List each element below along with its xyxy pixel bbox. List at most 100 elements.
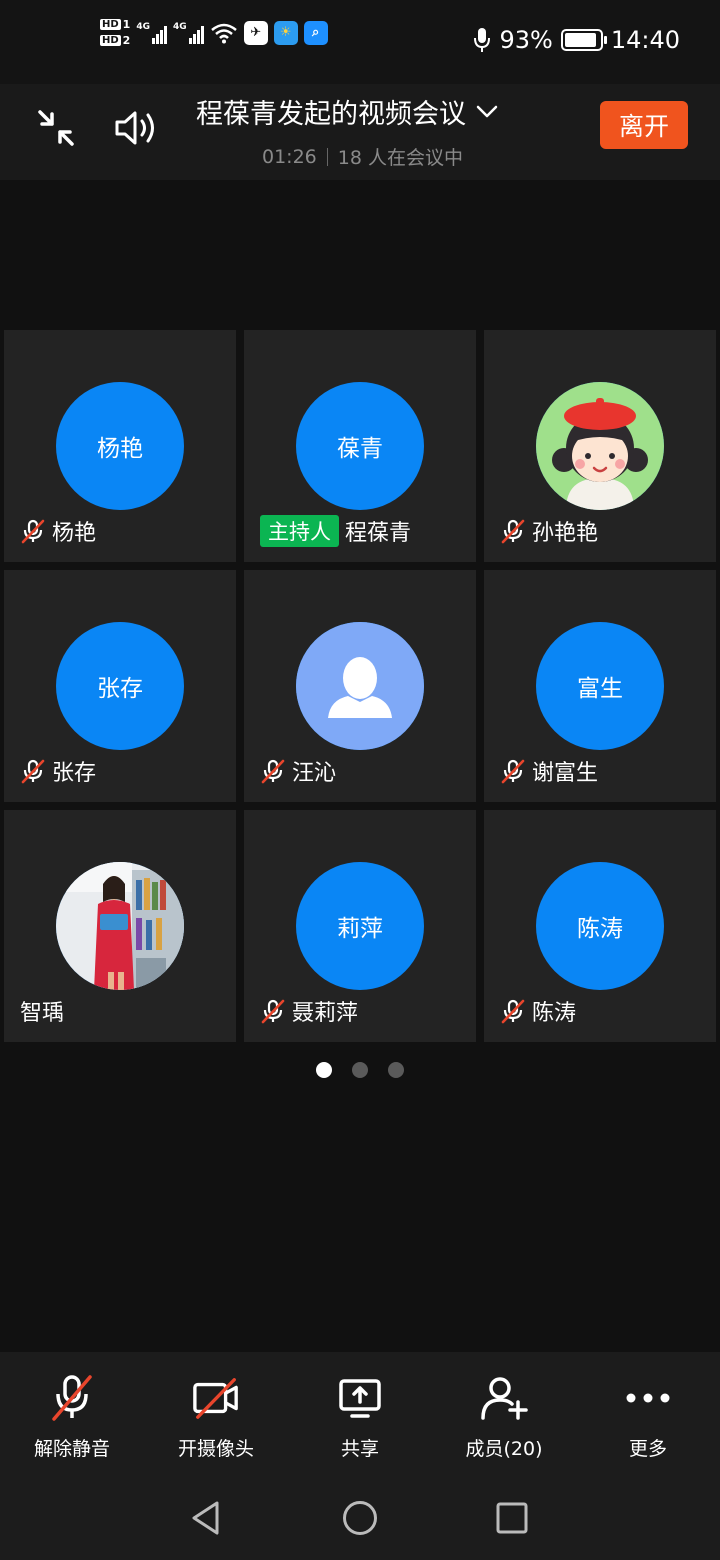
meeting-header: 程葆青发起的视频会议 01:26 18 人在会议中 离开 [0, 84, 720, 180]
participant-name: 谢富生 [532, 761, 599, 786]
participant-tile[interactable]: 张存 张存 [4, 570, 236, 802]
wifi-icon [210, 23, 237, 43]
leave-button[interactable]: 离开 [600, 101, 688, 149]
unmute-button[interactable]: 解除静音 [0, 1352, 144, 1472]
camera-label: 开摄像头 [177, 1438, 254, 1460]
participant-avatar: 富生 [536, 622, 664, 750]
meeting-duration: 01:26 [262, 145, 317, 168]
mic-muted-icon [501, 759, 525, 784]
participant-tile[interactable]: 杨艳 杨艳 [4, 330, 236, 562]
photo-avatar [56, 862, 184, 990]
participant-name: 程葆青 [345, 521, 412, 546]
participant-name-row: 杨艳 [20, 515, 96, 547]
meeting-toolbar: 解除静音 开摄像头 共享 成员(20) 更多 [0, 1352, 720, 1472]
battery-level [564, 33, 597, 47]
meeting-title[interactable]: 程葆青发起的视频会议 [196, 92, 536, 131]
participant-name-row: 智瑀 [20, 995, 64, 1027]
back-triangle-icon [192, 1501, 219, 1535]
more-label: 更多 [628, 1438, 667, 1460]
mic-muted-icon [501, 999, 525, 1024]
meeting-title-area[interactable]: 程葆青发起的视频会议 01:26 18 人在会议中 [196, 92, 536, 170]
participant-tile[interactable]: 葆青主持人 程葆青 [244, 330, 476, 562]
participant-name: 汪沁 [292, 761, 337, 786]
clock: 14:40 [610, 26, 680, 54]
participant-avatar: 葆青 [296, 382, 424, 510]
participant-name: 杨艳 [52, 521, 97, 546]
page-dot-1[interactable] [316, 1062, 332, 1078]
microphone-status-icon [474, 28, 491, 52]
status-right: 93% 14:40 [473, 26, 680, 54]
add-member-icon [481, 1377, 528, 1420]
participant-name: 智瑀 [20, 1001, 65, 1026]
members-label: 成员(20) [465, 1438, 543, 1460]
home-circle-icon [343, 1501, 377, 1535]
home-button[interactable] [338, 1496, 382, 1540]
participant-count: 18 人在会议中 [337, 147, 463, 169]
microphone-muted-icon [52, 1375, 92, 1421]
battery-percent: 93% [499, 26, 553, 54]
speaker-button[interactable] [112, 104, 160, 152]
page-indicator[interactable] [316, 1062, 404, 1078]
participant-avatar [56, 862, 184, 990]
minimize-button[interactable] [32, 104, 80, 152]
participant-name-row: 主持人 程葆青 [260, 515, 411, 547]
speaker-icon [115, 111, 154, 145]
hd1-indicator: HD 1 [100, 18, 131, 31]
participant-name-row: 张存 [20, 755, 96, 787]
mic-muted-icon [261, 759, 285, 784]
battery-icon [560, 29, 607, 51]
participant-grid: 杨艳 杨艳 葆青 主持人 程葆青 孙艳艳 张存 张存 汪沁 富生 谢富生 智瑀 莉萍 聂莉萍 陈涛 陈涛 [4, 330, 720, 1042]
mic-muted-icon [261, 999, 285, 1024]
participant-name-row: 陈涛 [500, 995, 576, 1027]
participant-avatar: 陈涛 [536, 862, 664, 990]
participant-name: 张存 [52, 761, 97, 786]
participant-name-row: 谢富生 [500, 755, 598, 787]
participant-name-row: 汪沁 [260, 755, 336, 787]
weather-app-icon: ☀ [273, 20, 298, 45]
participant-tile[interactable]: 智瑀 [4, 810, 236, 1042]
search-app-icon: ⌕ [303, 20, 328, 45]
recents-button[interactable] [490, 1496, 534, 1540]
host-badge: 主持人 [260, 515, 339, 547]
participant-tile[interactable]: 汪沁 [244, 570, 476, 802]
back-button[interactable] [184, 1496, 228, 1540]
status-bar: HD 1 HD 2 4G 4G ✈ ☀ ⌕ 93% 14:40 [0, 0, 720, 84]
hd-indicators: HD 1 HD 2 [100, 18, 130, 47]
chevron-down-icon [476, 105, 498, 117]
page-dot-2[interactable] [352, 1062, 368, 1078]
participant-tile[interactable]: 莉萍聂莉萍 [244, 810, 476, 1042]
participant-tile[interactable]: 陈涛 陈涛 [484, 810, 716, 1042]
mic-muted-icon [21, 519, 45, 544]
participant-name: 孙艳艳 [532, 521, 599, 546]
signal-icon-1: 4G [136, 22, 167, 44]
status-left: HD 1 HD 2 4G 4G ✈ ☀ ⌕ [100, 18, 328, 47]
default-person-avatar [296, 622, 424, 750]
share-screen-icon [339, 1379, 381, 1418]
camera-off-icon [193, 1378, 238, 1419]
more-button[interactable]: 更多 [576, 1352, 720, 1472]
participant-avatar [536, 382, 664, 510]
participant-tile[interactable]: 孙艳艳 [484, 330, 716, 562]
participant-avatar [296, 622, 424, 750]
mic-muted-icon [21, 759, 45, 784]
cartoon-girl-avatar [536, 382, 664, 510]
plane-app-icon: ✈ [243, 20, 268, 45]
participant-avatar: 莉萍 [296, 862, 424, 990]
participant-name-row: 孙艳艳 [500, 515, 598, 547]
participant-name: 陈涛 [532, 1001, 577, 1026]
participant-avatar: 张存 [56, 622, 184, 750]
mic-muted-icon [501, 519, 525, 544]
participant-name: 聂莉萍 [292, 1001, 359, 1026]
participant-avatar: 杨艳 [56, 382, 184, 510]
members-button[interactable]: 成员(20) [432, 1352, 576, 1472]
page-dot-3[interactable] [388, 1062, 404, 1078]
system-nav-bar [0, 1472, 720, 1560]
hd2-indicator: HD 2 [100, 34, 131, 47]
meeting-info: 01:26 18 人在会议中 [262, 143, 536, 170]
camera-button[interactable]: 开摄像头 [144, 1352, 288, 1472]
share-button[interactable]: 共享 [288, 1352, 432, 1472]
participant-tile[interactable]: 富生谢富生 [484, 570, 716, 802]
recents-square-icon [496, 1502, 528, 1534]
participant-name-row: 聂莉萍 [260, 995, 358, 1027]
signal-icon-2: 4G [173, 22, 204, 44]
